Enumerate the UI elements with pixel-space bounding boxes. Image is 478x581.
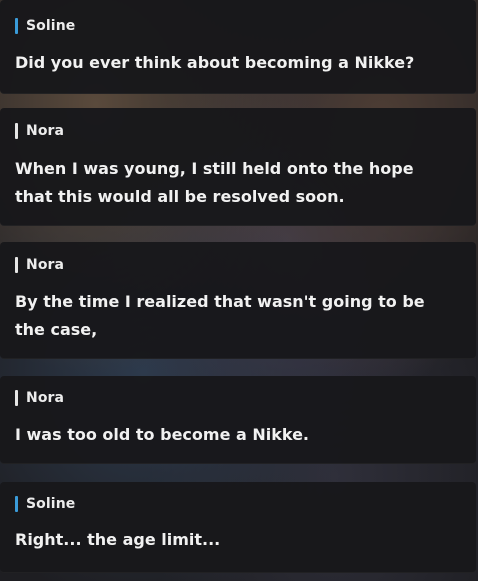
speaker-color-bar: [15, 123, 18, 139]
dialogue-entry: Soline Right... the age limit...: [0, 482, 476, 573]
speaker-color-bar: [15, 18, 18, 34]
speaker-tag: Nora: [15, 121, 64, 141]
speaker-name: Nora: [26, 390, 65, 406]
speaker-name: Nora: [26, 257, 65, 273]
speaker-tag: Soline: [15, 16, 75, 36]
speaker-tag: Nora: [15, 255, 64, 275]
dialogue-entry: Nora By the time I realized that wasn't …: [0, 242, 476, 359]
speaker-color-bar: [15, 390, 18, 406]
dialogue-entry: Soline Did you ever think about becoming…: [0, 0, 476, 94]
speaker-tag: Nora: [15, 388, 64, 408]
speaker-tag: Soline: [15, 494, 75, 514]
dialogue-text: By the time I realized that wasn't going…: [15, 292, 425, 339]
speaker-name: Nora: [26, 123, 65, 139]
dialogue-text: Right... the age limit...: [15, 530, 221, 549]
speaker-name: Soline: [26, 496, 76, 512]
dialogue-entry: Nora When I was young, I still held onto…: [0, 108, 476, 226]
speaker-color-bar: [15, 257, 18, 273]
dialogue-text: I was too old to become a Nikke.: [15, 425, 310, 444]
speaker-name: Soline: [26, 18, 76, 34]
speaker-color-bar: [15, 496, 18, 512]
dialogue-entry: Nora I was too old to become a Nikke.: [0, 376, 476, 464]
dialogue-text: Did you ever think about becoming a Nikk…: [15, 53, 415, 72]
dialogue-log[interactable]: Soline Did you ever think about becoming…: [0, 0, 478, 581]
dialogue-text: When I was young, I still held onto the …: [15, 159, 414, 206]
